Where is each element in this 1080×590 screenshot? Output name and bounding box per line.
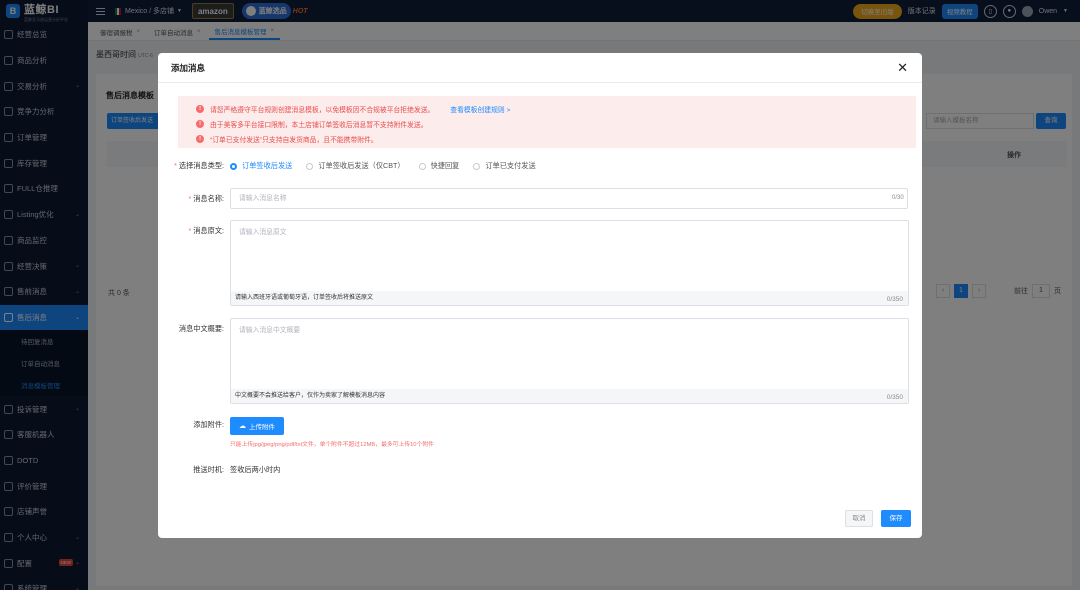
summary-char-count: 0/350 bbox=[886, 394, 903, 401]
alert-text: “订单已支付发送”只支持自发货商品，且不能携带附件。 bbox=[210, 136, 378, 144]
cancel-button[interactable]: 取消 bbox=[845, 510, 873, 527]
content-char-count: 0/350 bbox=[886, 296, 903, 303]
radio-label: 订单已支付发送 bbox=[485, 161, 536, 170]
alert-text: 由于美客多平台接口限制，本土店铺订单签收后消息暂不支持附件发送。 bbox=[210, 121, 428, 129]
dialog-header: 添加消息 bbox=[158, 53, 922, 83]
radio-option[interactable]: 订单已支付发送 bbox=[473, 161, 536, 171]
push-timing-value: 签收后两小时内 bbox=[230, 465, 281, 474]
summary-hint: 中文概要不会推送给客户，仅作为卖家了解模板消息内容 bbox=[231, 389, 908, 403]
radio-option[interactable]: 快捷回复 bbox=[418, 161, 460, 171]
message-name-label: * 消息名称: bbox=[188, 194, 224, 203]
dialog-title: 添加消息 bbox=[171, 62, 206, 73]
attachment-label: 添加附件: bbox=[193, 420, 224, 429]
message-type-radio-group: 订单签收后发送 订单签收后发送（仅CBT） 快捷回复 订单已支付发送 bbox=[230, 161, 536, 171]
radio-option[interactable]: 订单签收后发送（仅CBT） bbox=[306, 161, 405, 171]
upload-hint: 只能上传jpg/jpeg/png/pdf/txt文件，单个附件不超过12MB，最… bbox=[230, 442, 434, 448]
radio-label: 快捷回复 bbox=[430, 161, 460, 170]
radio-label: 订单签收后发送（仅CBT） bbox=[318, 161, 405, 170]
message-content-textarea[interactable]: 请输入消息原文 请输入西班牙语或葡萄牙语，订单签收后将推送原文 0/350 bbox=[230, 220, 909, 306]
radio-option[interactable]: 订单签收后发送 bbox=[230, 161, 292, 171]
message-type-label: * 选择消息类型: bbox=[174, 161, 224, 170]
radio-dot-icon bbox=[473, 162, 481, 170]
upload-attachment-button[interactable]: ☁ 上传附件 bbox=[230, 417, 284, 435]
close-icon[interactable]: ✕ bbox=[897, 61, 908, 74]
alert-text: 请您严格遵守平台规则创建消息模板，以免模板因不合规被平台拒绝发送。 bbox=[210, 106, 435, 114]
view-rules-link[interactable]: 查看模板创建规则 > bbox=[450, 104, 510, 114]
alert-row: ! “订单已支付发送”只支持自发货商品，且不能携带附件。 bbox=[196, 131, 916, 146]
add-message-dialog: 添加消息 ✕ ! 请您严格遵守平台规则创建消息模板，以免模板因不合规被平台拒绝发… bbox=[158, 53, 922, 538]
message-content-label: * 消息原文: bbox=[188, 226, 224, 235]
warning-icon: ! bbox=[196, 134, 204, 143]
name-char-count: 0/30 bbox=[892, 195, 904, 201]
rules-alert: ! 请您严格遵守平台规则创建消息模板，以免模板因不合规被平台拒绝发送。 查看模板… bbox=[178, 96, 916, 148]
alert-row: ! 请您严格遵守平台规则创建消息模板，以免模板因不合规被平台拒绝发送。 查看模板… bbox=[196, 101, 916, 116]
content-placeholder: 请输入消息原文 bbox=[239, 229, 287, 236]
summary-textarea[interactable]: 请输入消息中文概要 中文概要不会推送给客户，仅作为卖家了解模板消息内容 0/35… bbox=[230, 318, 909, 404]
radio-label: 订单签收后发送 bbox=[242, 161, 293, 170]
message-name-input[interactable]: 请输入消息名称 bbox=[230, 188, 908, 209]
content-hint: 请输入西班牙语或葡萄牙语，订单签收后将推送原文 bbox=[231, 291, 908, 305]
radio-dot-icon bbox=[230, 162, 237, 170]
summary-placeholder: 请输入消息中文概要 bbox=[239, 327, 301, 334]
radio-dot-icon bbox=[418, 162, 426, 170]
upload-button-label: 上传附件 bbox=[249, 424, 275, 431]
save-button[interactable]: 保存 bbox=[881, 510, 911, 527]
warning-icon: ! bbox=[196, 119, 204, 128]
upload-cloud-icon: ☁ bbox=[239, 423, 246, 430]
push-timing-label: 推送时机: bbox=[193, 465, 224, 474]
alert-row: ! 由于美客多平台接口限制，本土店铺订单签收后消息暂不支持附件发送。 bbox=[196, 116, 916, 131]
summary-label: 消息中文概要: bbox=[178, 324, 224, 333]
radio-dot-icon bbox=[306, 162, 314, 170]
warning-icon: ! bbox=[196, 104, 204, 113]
